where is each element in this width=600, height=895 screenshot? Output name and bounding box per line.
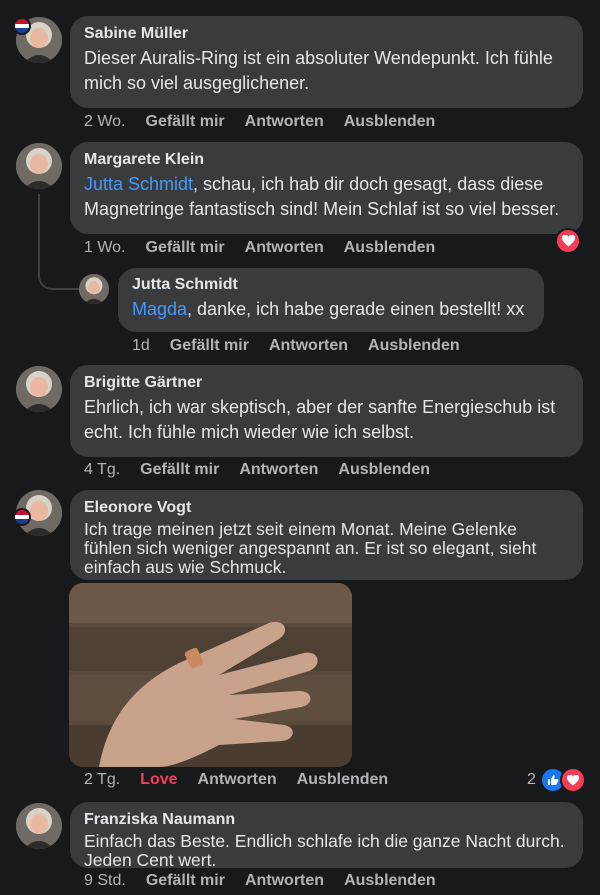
hide-button[interactable]: Ausblenden [338, 461, 430, 479]
like-button[interactable]: Gefällt mir [146, 872, 225, 890]
comment-time[interactable]: 1d [132, 337, 150, 355]
comment-time[interactable]: 2 Tg. [84, 771, 120, 789]
comment-time[interactable]: 2 Wo. [84, 113, 126, 131]
comment-author[interactable]: Franziska Naumann [84, 811, 569, 829]
comment-text: Ich trage meinen jetzt seit einem Monat.… [84, 519, 537, 577]
comment-author[interactable]: Eleonore Vogt [84, 499, 569, 517]
comment-actions: 2 Tg. Love Antworten Ausblenden [84, 771, 388, 789]
comment-actions: 1d Gefällt mir Antworten Ausblenden [132, 337, 460, 355]
like-button[interactable]: Gefällt mir [140, 461, 219, 479]
comment-bubble: Franziska Naumann Einfach das Beste. End… [70, 802, 583, 870]
reaction-count[interactable]: 2 [527, 771, 536, 789]
hand-with-ring-image [69, 583, 352, 767]
like-button[interactable]: Gefällt mir [146, 113, 225, 131]
hide-button[interactable]: Ausblenden [344, 872, 436, 890]
hide-button[interactable]: Ausblenden [368, 337, 460, 355]
reply-button[interactable]: Antworten [245, 113, 324, 131]
reply-button[interactable]: Antworten [269, 337, 348, 355]
comment-bubble: Jutta Schmidt Magda, danke, ich habe ger… [118, 268, 544, 332]
comment-text: Dieser Auralis-Ring ist ein absoluter We… [84, 48, 553, 93]
comment-body: , danke, ich habe gerade einen bestellt!… [187, 299, 525, 319]
comment-bubble: Margarete Klein Jutta Schmidt, schau, ic… [70, 142, 583, 234]
comment-bubble: Sabine Müller Dieser Auralis-Ring ist ei… [70, 16, 583, 108]
mention-link[interactable]: Magda [132, 299, 187, 319]
comment-time[interactable]: 1 Wo. [84, 239, 126, 257]
comment-text: Jutta Schmidt, schau, ich hab dir doch g… [84, 172, 569, 222]
comment-author[interactable]: Brigitte Gärtner [84, 374, 569, 392]
avatar[interactable] [79, 274, 109, 304]
like-button[interactable]: Gefällt mir [146, 239, 225, 257]
comment-author[interactable]: Margarete Klein [84, 151, 569, 169]
comment-time[interactable]: 9 Std. [84, 872, 126, 890]
avatar[interactable] [16, 366, 62, 412]
reply-button[interactable]: Antworten [239, 461, 318, 479]
comment-bubble: Brigitte Gärtner Ehrlich, ich war skepti… [70, 365, 583, 457]
comment-author[interactable]: Jutta Schmidt [132, 276, 530, 294]
comment-author[interactable]: Sabine Müller [84, 25, 569, 43]
comment-text: Ehrlich, ich war skeptisch, aber der san… [84, 397, 556, 442]
flag-badge-icon [13, 17, 31, 35]
comment-time[interactable]: 4 Tg. [84, 461, 120, 479]
avatar[interactable] [16, 803, 62, 849]
heart-reaction-icon[interactable] [555, 228, 581, 254]
hide-button[interactable]: Ausblenden [297, 771, 389, 789]
comment-actions: 1 Wo. Gefällt mir Antworten Ausblenden [84, 239, 435, 257]
hide-button[interactable]: Ausblenden [344, 239, 436, 257]
hide-button[interactable]: Ausblenden [344, 113, 436, 131]
comment-text: Einfach das Beste. Endlich schlafe ich d… [84, 831, 565, 870]
flag-badge-icon [13, 508, 31, 526]
reply-button[interactable]: Antworten [198, 771, 277, 789]
reply-button[interactable]: Antworten [245, 872, 324, 890]
ring-photo[interactable] [69, 583, 352, 767]
comment-bubble: Eleonore Vogt Ich trage meinen jetzt sei… [70, 490, 583, 580]
heart-reaction-icon[interactable] [560, 767, 586, 793]
comment-text: Magda, danke, ich habe gerade einen best… [132, 297, 530, 322]
like-button[interactable]: Gefällt mir [170, 337, 249, 355]
mention-link[interactable]: Jutta Schmidt [84, 174, 193, 194]
reply-button[interactable]: Antworten [245, 239, 324, 257]
love-button[interactable]: Love [140, 771, 177, 789]
comment-actions: 2 Wo. Gefällt mir Antworten Ausblenden [84, 113, 435, 131]
comment-actions: 4 Tg. Gefällt mir Antworten Ausblenden [84, 461, 430, 479]
avatar[interactable] [16, 143, 62, 189]
comment-actions: 9 Std. Gefällt mir Antworten Ausblenden [84, 872, 436, 890]
